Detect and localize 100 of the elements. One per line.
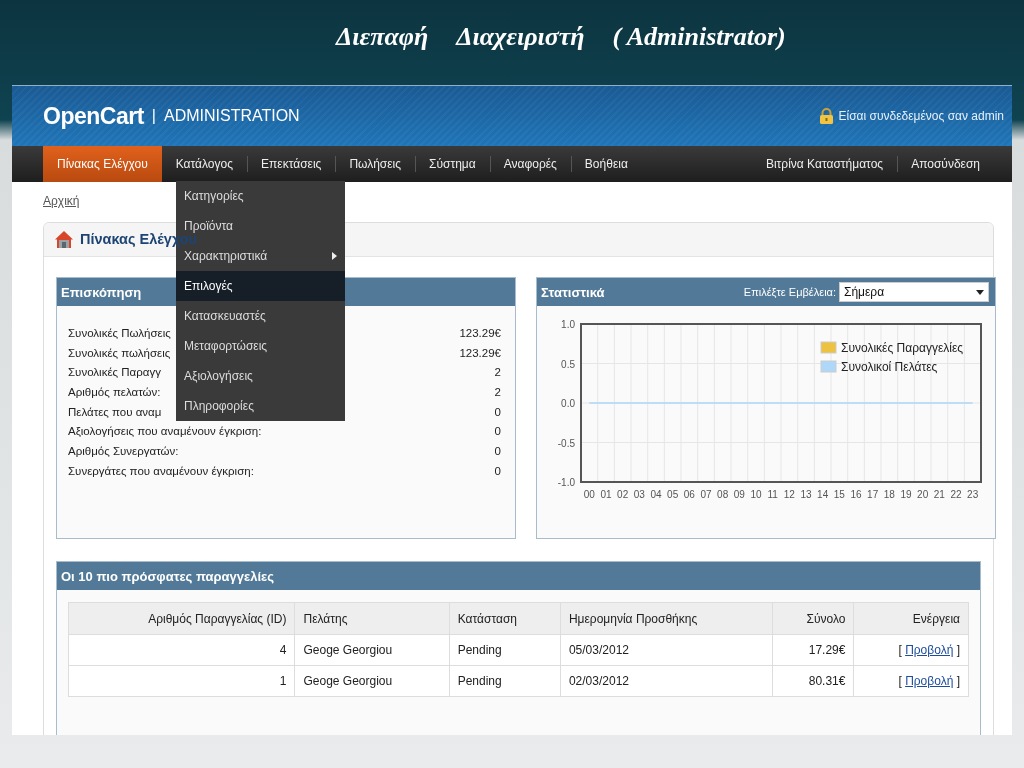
menu-item[interactable]: Επιλογές bbox=[176, 271, 345, 301]
menu-item[interactable]: Μεταφορτώσεις bbox=[176, 331, 345, 361]
panel-title: Επισκόπηση bbox=[61, 284, 142, 300]
table-cell: 02/03/2012 bbox=[560, 665, 773, 697]
x-tick-label: 22 bbox=[950, 488, 962, 500]
x-tick-label: 17 bbox=[867, 488, 879, 500]
x-tick-label: 12 bbox=[783, 488, 795, 500]
x-tick-label: 07 bbox=[700, 488, 712, 500]
nav-tab[interactable]: Σύστημα bbox=[415, 146, 490, 182]
x-tick-label: 14 bbox=[817, 488, 829, 500]
column-header: Κατάσταση bbox=[449, 602, 561, 635]
slide-title: ( Administrator) bbox=[612, 21, 786, 52]
home-icon bbox=[54, 230, 74, 249]
menu-item[interactable]: Κατηγορίες bbox=[176, 181, 345, 211]
stat-label: Αξιολογήσεις που αναμένουν έγκριση: bbox=[68, 425, 262, 438]
range-select[interactable]: Σήμερα bbox=[839, 282, 989, 302]
x-tick-label: 18 bbox=[883, 488, 895, 500]
legend-label: Συνολικές Παραγγελίες bbox=[841, 340, 964, 355]
table-cell: 05/03/2012 bbox=[560, 634, 773, 666]
logo-separator: | bbox=[151, 107, 156, 125]
column-header: Ημερομηνία Προσθήκης bbox=[560, 602, 773, 635]
table-cell: 17.29€ bbox=[772, 634, 854, 666]
x-tick-label: 05 bbox=[667, 488, 679, 500]
x-tick-label: 19 bbox=[900, 488, 912, 500]
stat-label: Αριθμός πελατών: bbox=[68, 385, 161, 398]
y-tick-label: -1.0 bbox=[557, 476, 575, 488]
x-tick-label: 13 bbox=[800, 488, 812, 500]
nav-tab[interactable]: Κατάλογος bbox=[161, 146, 247, 182]
view-link[interactable]: Προβολή bbox=[905, 643, 954, 657]
stat-label: Συνολικές Πωλήσεις bbox=[68, 326, 171, 339]
stat-label: Αριθμός Συνεργατών: bbox=[68, 444, 179, 457]
x-tick-label: 15 bbox=[833, 488, 845, 500]
x-tick-label: 21 bbox=[933, 488, 945, 500]
range-label: Επιλέξτε Εμβέλεια: bbox=[743, 286, 836, 298]
x-tick-label: 16 bbox=[850, 488, 862, 500]
menu-item[interactable]: Κατασκευαστές bbox=[176, 301, 345, 331]
x-tick-label: 20 bbox=[917, 488, 929, 500]
table-cell: Geoge Georgiou bbox=[295, 634, 450, 666]
nav-tab[interactable]: Βοήθεια bbox=[570, 146, 642, 182]
column-header: Αριθμός Παραγγελίας (ID) bbox=[68, 602, 295, 635]
stat-value: 0 bbox=[494, 444, 501, 457]
stat-label: Συνολικές πωλήσεις bbox=[68, 346, 171, 359]
column-header: Ενέργεια bbox=[853, 602, 969, 635]
column-header: Πελάτης bbox=[295, 602, 450, 635]
login-status: Είσαι συνδεδεμένος σαν admin bbox=[838, 109, 1004, 123]
table-cell: 80.31€ bbox=[772, 665, 854, 697]
stat-label: Συνεργάτες που αναμένουν έγκριση: bbox=[68, 464, 254, 477]
x-tick-label: 02 bbox=[617, 488, 629, 500]
legend-label: Συνολικοί Πελάτες bbox=[841, 359, 938, 374]
nav-tab[interactable]: Πίνακας Ελέγχου bbox=[43, 146, 162, 182]
slide-title: Διαχειριστή bbox=[456, 21, 585, 52]
menu-item[interactable]: Αξιολογήσεις bbox=[176, 361, 345, 391]
x-tick-label: 10 bbox=[750, 488, 762, 500]
x-tick-label: 23 bbox=[967, 488, 979, 500]
nav-link[interactable]: Βιτρίνα Καταστήματος bbox=[751, 146, 898, 182]
x-tick-label: 08 bbox=[717, 488, 729, 500]
stat-value: 0 bbox=[494, 425, 501, 438]
submenu-arrow-icon bbox=[332, 252, 337, 260]
table-cell: Pending bbox=[449, 665, 561, 697]
menu-item[interactable]: Πληροφορίες bbox=[176, 391, 345, 421]
table-cell: 1 bbox=[68, 665, 295, 697]
bracket: [ bbox=[898, 674, 902, 688]
slide-title: Διεπαφή bbox=[336, 21, 429, 52]
panel-title: Οι 10 πιο πρόσφατες παραγγελίες bbox=[61, 568, 274, 584]
stat-value: 0 bbox=[494, 464, 501, 477]
x-tick-label: 01 bbox=[600, 488, 612, 500]
stat-label: Συνολικές Παραγγ bbox=[68, 366, 161, 379]
x-tick-label: 06 bbox=[683, 488, 695, 500]
table-cell: Pending bbox=[449, 634, 561, 666]
x-tick-label: 04 bbox=[650, 488, 662, 500]
nav-tab[interactable]: Αναφορές bbox=[489, 146, 571, 182]
stat-value: 2 bbox=[494, 366, 501, 379]
stat-value: 2 bbox=[494, 385, 501, 398]
logo-text: OpenCart bbox=[43, 102, 144, 130]
x-tick-label: 11 bbox=[767, 488, 778, 500]
stat-value: 123.29€ bbox=[459, 346, 501, 359]
stat-label: Πελάτες που αναμ bbox=[68, 405, 162, 418]
table-cell: Geoge Georgiou bbox=[295, 665, 450, 697]
y-tick-label: 1.0 bbox=[561, 318, 575, 330]
column-header: Σύνολο bbox=[772, 602, 854, 635]
view-link[interactable]: Προβολή bbox=[905, 674, 954, 688]
bracket: ] bbox=[956, 674, 960, 688]
nav-tab[interactable]: Επεκτάσεις bbox=[247, 146, 336, 182]
logo-subtitle: ADMINISTRATION bbox=[163, 107, 300, 125]
x-tick-label: 03 bbox=[633, 488, 645, 500]
x-tick-label: 00 bbox=[583, 488, 595, 500]
panel-title: Στατιστικά bbox=[541, 284, 605, 300]
stat-value: 123.29€ bbox=[459, 326, 501, 339]
y-tick-label: 0.0 bbox=[561, 397, 575, 409]
x-tick-label: 09 bbox=[733, 488, 745, 500]
table-cell: 4 bbox=[68, 634, 295, 666]
stat-value: 0 bbox=[494, 405, 501, 418]
nav-tab[interactable]: Πωλήσεις bbox=[335, 146, 416, 182]
breadcrumb-link[interactable]: Αρχική bbox=[43, 194, 80, 208]
bracket: [ bbox=[898, 643, 902, 657]
padlock-icon bbox=[818, 108, 834, 124]
nav-link[interactable]: Αποσύνδεση bbox=[897, 146, 994, 182]
caret-icon bbox=[976, 289, 984, 295]
y-tick-label: 0.5 bbox=[561, 358, 575, 369]
y-tick-label: -0.5 bbox=[557, 437, 575, 448]
